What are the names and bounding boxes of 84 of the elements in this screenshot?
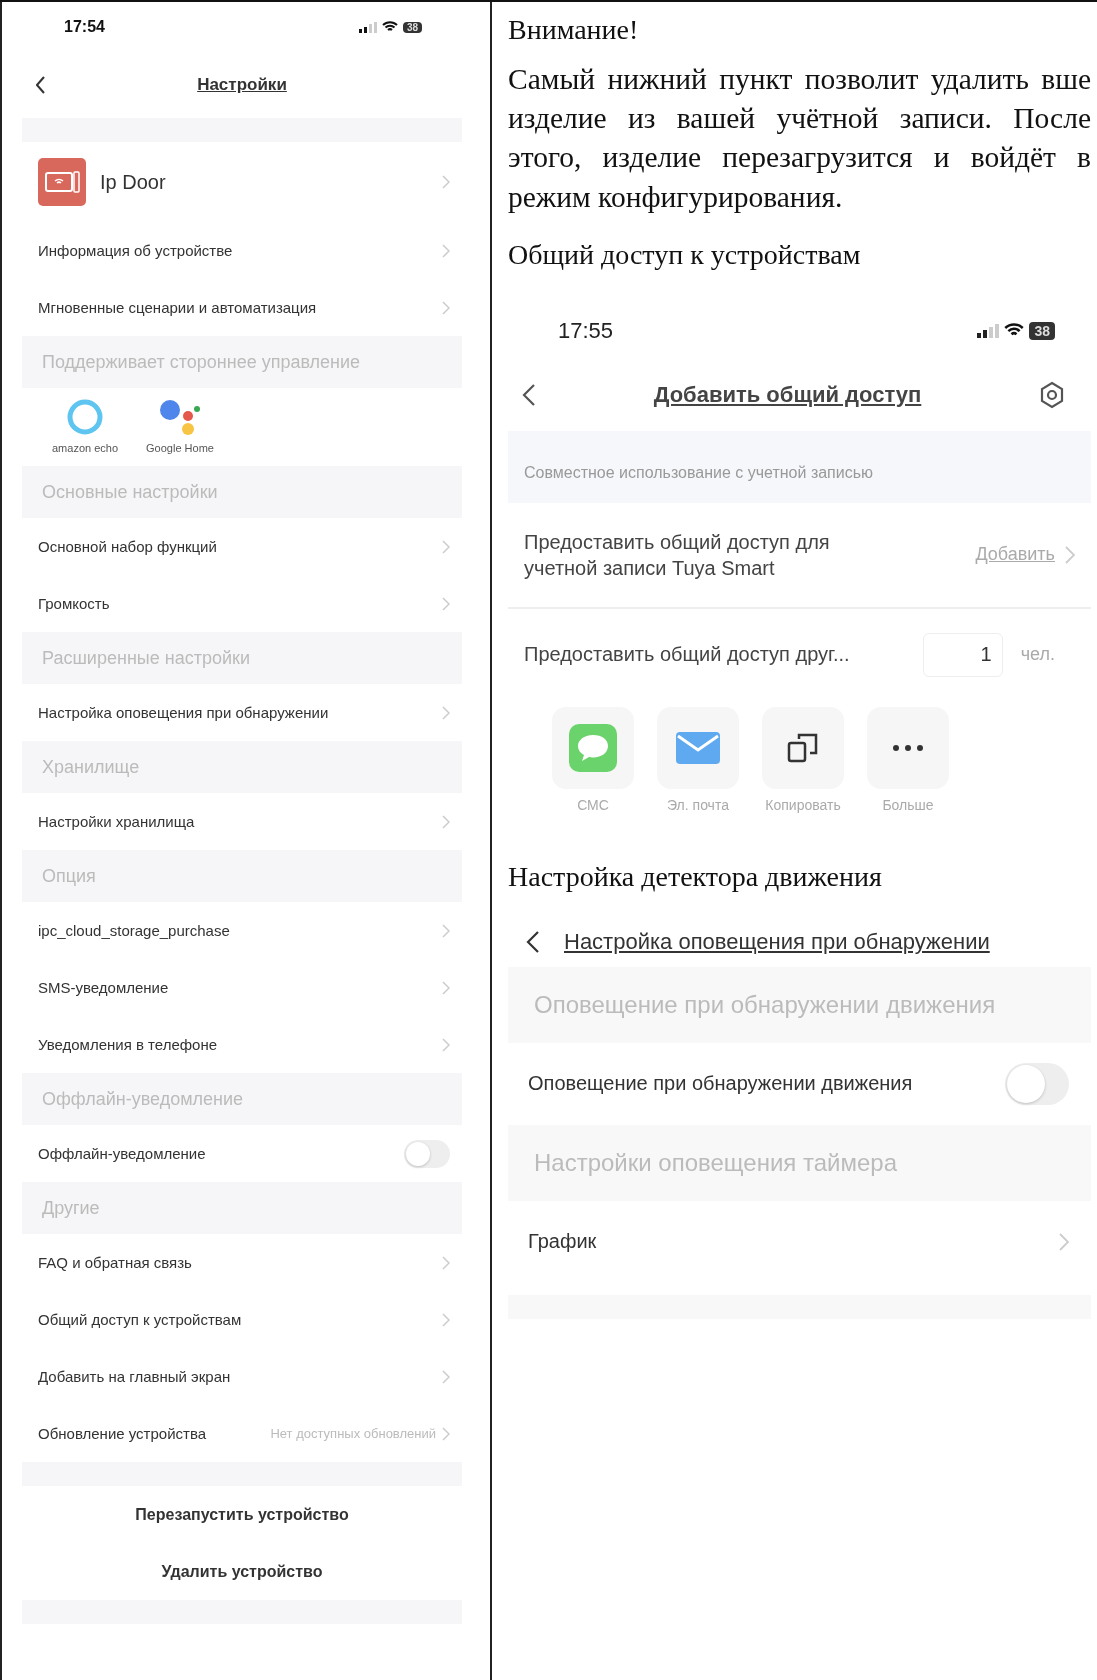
section-header: Настройки оповещения таймера bbox=[508, 1124, 1091, 1201]
section-header: Поддерживает стороннее управление bbox=[22, 336, 462, 388]
settings-row[interactable]: График bbox=[508, 1200, 1091, 1283]
chevron-icon bbox=[442, 243, 450, 258]
chevron-icon bbox=[442, 923, 450, 938]
settings-row[interactable]: FAQ и обратная связь bbox=[22, 1234, 462, 1291]
chevron-icon bbox=[442, 300, 450, 315]
share-option-label: Больше bbox=[882, 796, 934, 813]
share-option-label: СМС bbox=[577, 796, 609, 813]
section-header: Другие bbox=[22, 1182, 462, 1234]
action-button[interactable]: Удалить устройство bbox=[22, 1543, 462, 1600]
status-time: 17:55 bbox=[558, 317, 614, 344]
setting-label: Предоставить общий доступ друг... bbox=[524, 643, 851, 667]
share-tile[interactable] bbox=[762, 706, 844, 789]
section-header: Основные настройки bbox=[22, 466, 462, 518]
toggle-switch[interactable] bbox=[404, 1139, 450, 1168]
chevron-icon bbox=[442, 175, 450, 189]
chevron-icon bbox=[442, 596, 450, 611]
chevron-icon bbox=[442, 1426, 450, 1441]
battery-indicator: 38 bbox=[402, 21, 422, 33]
chat-bubble-icon bbox=[569, 723, 617, 772]
action-button[interactable]: Перезапустить устройство bbox=[22, 1486, 462, 1543]
settings-row[interactable]: SMS-уведомление bbox=[22, 959, 462, 1016]
share-option-label: Эл. почта bbox=[667, 796, 729, 813]
more-icon bbox=[892, 743, 924, 752]
chevron-icon bbox=[442, 539, 450, 554]
paragraph: Самый нижний пункт позволит удалить вше изделие из вашей учётной записи. После этого, изделие перезагрузится и войдёт в режим конфигурирования. bbox=[508, 62, 1091, 215]
chevron-icon bbox=[442, 1312, 450, 1327]
back-icon[interactable] bbox=[522, 382, 536, 407]
chevron-icon bbox=[442, 1255, 450, 1270]
screen-title: Добавить общий доступ bbox=[653, 381, 922, 408]
setting-label: Предоставить общий доступ для учетной записи Tuya Smart bbox=[524, 529, 831, 581]
settings-icon[interactable] bbox=[1039, 380, 1065, 409]
battery-indicator: 38 bbox=[1029, 321, 1055, 340]
settings-row[interactable]: Настройки хранилища bbox=[22, 793, 462, 850]
settings-row[interactable]: ipc_cloud_storage_purchase bbox=[22, 902, 462, 959]
setting-label: Оффлайн-уведомление bbox=[38, 1145, 207, 1162]
settings-row[interactable]: Настройка оповещения при обнаружении bbox=[22, 684, 462, 741]
setting-label: Оповещение при обнаружении движения bbox=[528, 1072, 914, 1096]
section-header: Расширенные настройки bbox=[22, 632, 462, 684]
wifi-icon bbox=[381, 21, 398, 33]
logo-label: amazon echo bbox=[52, 442, 119, 454]
back-icon[interactable] bbox=[36, 76, 46, 94]
device-row[interactable]: Ip Door bbox=[22, 142, 462, 222]
section-header: Оповещение при обнаружении движения bbox=[508, 966, 1091, 1043]
count-field[interactable]: 1 bbox=[922, 632, 1003, 677]
chevron-icon bbox=[442, 1369, 450, 1384]
intercom-icon bbox=[38, 158, 86, 206]
logo-label: Google Home bbox=[146, 442, 214, 454]
section-header: Хранилище bbox=[22, 741, 462, 793]
chevron-icon bbox=[1059, 1232, 1069, 1251]
status-time: 17:54 bbox=[64, 18, 105, 36]
screen-title: Настройки bbox=[197, 75, 287, 95]
chevron-icon bbox=[442, 1037, 450, 1052]
screen-title: Настройка оповещения при обнаружении bbox=[564, 928, 990, 955]
chevron-icon bbox=[442, 980, 450, 995]
section-header: Совместное использование с учетной записью bbox=[508, 430, 1091, 503]
settings-row[interactable]: Уведомления в телефоне bbox=[22, 1016, 462, 1073]
settings-row[interactable]: Информация об устройстве bbox=[22, 222, 462, 279]
chevron-icon bbox=[1065, 545, 1075, 564]
settings-row[interactable]: Обновление устройства Нет доступных обновлений bbox=[22, 1405, 462, 1462]
heading: Общий доступ к устройствам bbox=[508, 238, 862, 271]
dots-icon bbox=[158, 398, 202, 436]
settings-row[interactable]: Мгновенные сценарии и автоматизация bbox=[22, 279, 462, 336]
signal-icon bbox=[977, 323, 1000, 338]
section-header: Оффлайн-уведомление bbox=[22, 1073, 462, 1125]
chevron-icon bbox=[442, 705, 450, 720]
chevron-icon bbox=[442, 814, 450, 829]
settings-row[interactable]: Добавить на главный экран bbox=[22, 1348, 462, 1405]
settings-row[interactable]: Общий доступ к устройствам bbox=[22, 1291, 462, 1348]
ring-icon bbox=[66, 398, 104, 436]
heading: Внимание! bbox=[508, 14, 640, 46]
unit-label: чел. bbox=[1020, 644, 1056, 666]
share-tile[interactable] bbox=[867, 706, 949, 789]
heading: Настройка детектора движения bbox=[508, 860, 883, 893]
settings-row[interactable]: Громкость bbox=[22, 575, 462, 632]
toggle-switch[interactable] bbox=[1005, 1062, 1069, 1105]
back-icon[interactable] bbox=[526, 929, 540, 954]
share-option-label: Копировать bbox=[765, 796, 841, 813]
settings-row[interactable]: Основной набор функций bbox=[22, 518, 462, 575]
share-tile[interactable] bbox=[552, 706, 634, 789]
share-tile[interactable] bbox=[657, 706, 739, 789]
signal-icon bbox=[358, 21, 377, 33]
section-header: Опция bbox=[22, 850, 462, 902]
